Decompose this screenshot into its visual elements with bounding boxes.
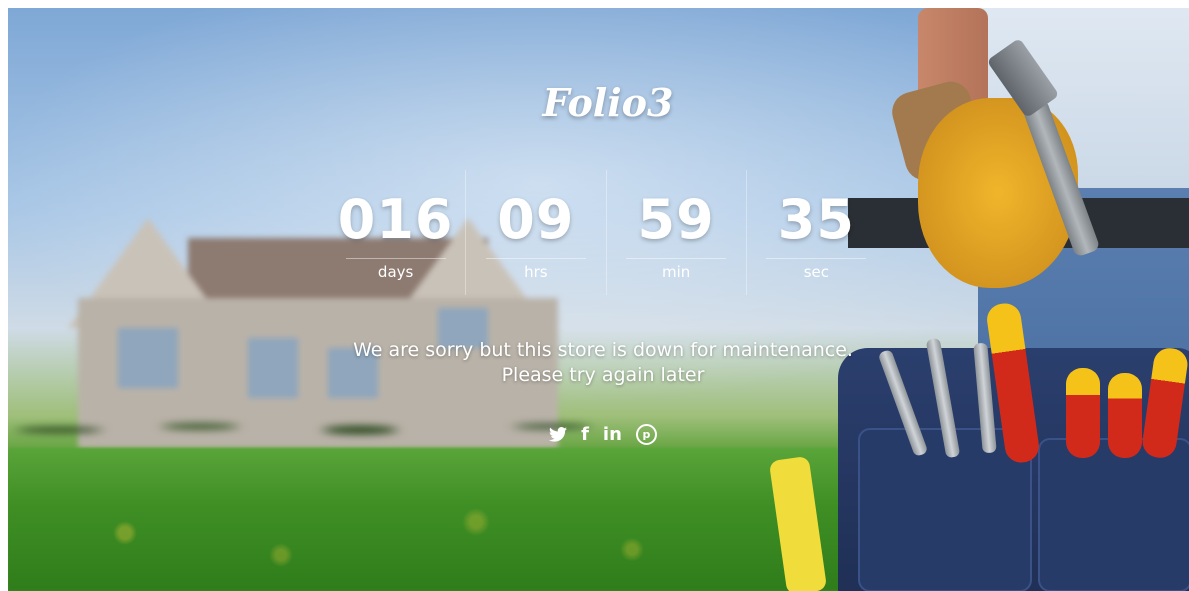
divider xyxy=(766,258,867,259)
countdown-timer: 016 days 09 hrs 59 min 35 sec xyxy=(326,170,886,295)
facebook-icon: f xyxy=(581,423,589,445)
pinterest-link[interactable]: p xyxy=(635,422,657,446)
twitter-icon xyxy=(549,426,568,442)
hours-label: hrs xyxy=(524,263,548,281)
maintenance-message: We are sorry but this store is down for … xyxy=(308,338,898,388)
pinterest-icon: p xyxy=(635,423,657,445)
linkedin-link[interactable]: in xyxy=(603,422,622,446)
maintenance-content: Folio3 016 days 09 hrs 59 min 35 sec We … xyxy=(8,8,1189,591)
days-value: 016 xyxy=(337,188,454,251)
maintenance-message-line1: We are sorry but this store is down for … xyxy=(353,339,853,361)
hours-value: 09 xyxy=(497,188,575,251)
facebook-link[interactable]: f xyxy=(581,422,589,446)
minutes-label: min xyxy=(661,263,691,281)
divider xyxy=(626,258,727,259)
divider xyxy=(345,258,446,259)
twitter-link[interactable] xyxy=(549,422,568,446)
seconds-label: sec xyxy=(803,263,830,281)
days-label: days xyxy=(377,263,414,281)
brand-logo: Folio3 xyxy=(542,80,674,125)
seconds-value: 35 xyxy=(777,188,855,251)
linkedin-icon: in xyxy=(602,423,622,445)
divider xyxy=(485,258,586,259)
countdown-days: 016 days xyxy=(326,170,465,295)
social-links: f in p xyxy=(538,422,668,446)
countdown-seconds: 35 sec xyxy=(745,170,886,295)
maintenance-hero: Folio3 016 days 09 hrs 59 min 35 sec We … xyxy=(8,8,1189,591)
countdown-hours: 09 hrs xyxy=(465,170,605,295)
maintenance-message-line2: Please try again later xyxy=(501,364,705,386)
countdown-minutes: 59 min xyxy=(605,170,746,295)
minutes-value: 59 xyxy=(637,188,715,251)
